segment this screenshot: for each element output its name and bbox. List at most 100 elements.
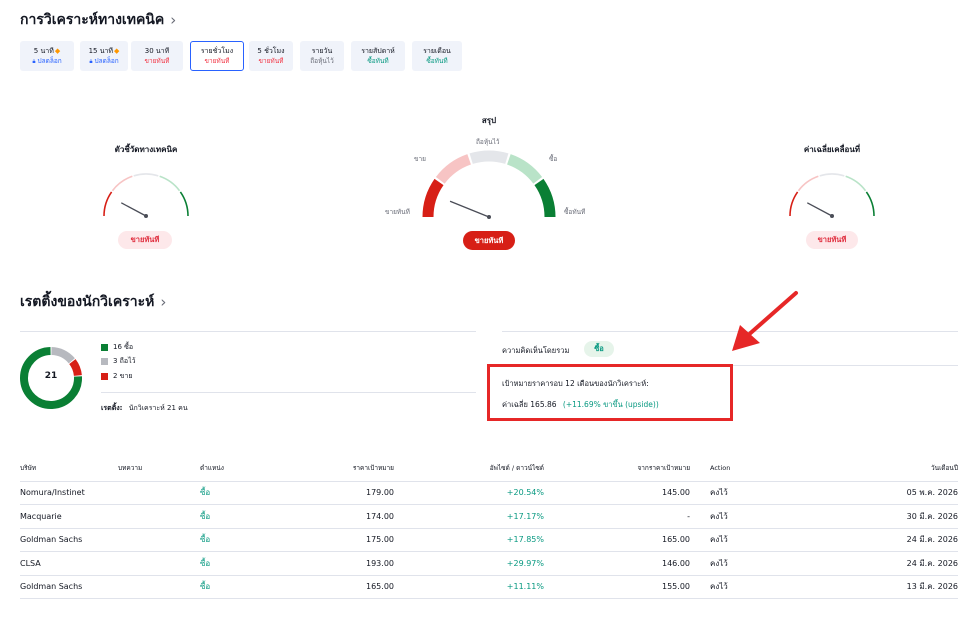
table-row[interactable]: Goldman Sachs ซื้อ 175.00 +17.85% 165.00 คงไว… (20, 528, 958, 552)
gauges-canvas (103, 150, 875, 219)
date-cell: 05 พ.ค. 2026 (730, 481, 958, 505)
annotation-highlight-box (487, 364, 733, 421)
col-position[interactable]: ตำแหน่ง (200, 455, 280, 482)
moving-averages-gauge-needle-pivot (830, 214, 834, 218)
date-cell: 13 มี.ค. 2026 (730, 575, 958, 599)
moving-averages-gauge-title: ค่าเฉลี่ยเคลื่อนที่ (803, 145, 861, 154)
company-cell[interactable]: CLSA (20, 551, 118, 576)
analyst-ratings-title[interactable]: เรตติ้งของนักวิเคราะห์ › (20, 291, 166, 313)
article-cell (118, 481, 200, 505)
action-cell: คงไว้ (690, 551, 731, 576)
position-cell: ซื้อ (200, 481, 280, 505)
indicators-gauge-segment-strong-sell (103, 191, 113, 217)
from-target-cell: 145.00 (544, 481, 690, 505)
legend-hold: 3 ถือไว้ (101, 356, 136, 367)
table-row[interactable]: Nomura/Instinet ซื้อ 179.00 +20.54% 145.00 คง… (20, 481, 958, 505)
col-action[interactable]: Action (690, 455, 731, 482)
legend-hold-swatch (101, 358, 108, 365)
col-date[interactable]: วันเดือนปี (730, 455, 958, 482)
col-from-target[interactable]: จากราคาเป้าหมาย (544, 455, 690, 482)
action-cell: คงไว้ (690, 575, 731, 599)
table-row[interactable]: Macquarie ซื้อ 174.00 +17.17% - คงไว้ 30 มี.ค.… (20, 504, 958, 529)
upside-cell: +11.11% (394, 575, 544, 599)
indicators-gauge-segment-sell (111, 175, 133, 192)
article-cell (118, 528, 200, 552)
col-upside-downside[interactable]: อัพไซด์ / ดาวน์ไซด์ (394, 455, 544, 482)
target-price-cell: 179.00 (280, 481, 394, 505)
summary-label-buy: ซื้อ (549, 155, 558, 163)
from-target-cell: 146.00 (544, 551, 690, 576)
overall-consensus-badge: ซื้อ (584, 341, 614, 357)
analyst-ratings-table: บริษัท บทความ ตำแหน่ง ราคาเป้าหมาย อัพไซ… (20, 455, 958, 599)
position-cell: ซื้อ (200, 528, 280, 552)
moving-averages-gauge-needle (806, 202, 833, 217)
moving-averages-gauge-segment-buy (845, 175, 867, 192)
chevron-right-icon: › (160, 293, 167, 311)
moving-averages-verdict-badge: ขายทันที (806, 231, 858, 249)
table-body: Nomura/Instinet ซื้อ 179.00 +20.54% 145.00 คง… (20, 481, 958, 599)
col-target-price[interactable]: ราคาเป้าหมาย (280, 455, 394, 482)
indicators-gauge-segment-buy (159, 175, 181, 192)
upside-cell: +29.97% (394, 551, 544, 576)
from-target-cell: - (544, 504, 690, 529)
analyst-ratings-title-text: เรตติ้งของนักวิเคราะห์ (20, 294, 155, 310)
legend-sell: 2 ขาย (101, 371, 133, 382)
date-cell: 24 มี.ค. 2026 (730, 528, 958, 552)
position-cell: ซื้อ (200, 504, 280, 529)
legend-hold-text: 3 ถือไว้ (113, 357, 136, 365)
moving-averages-gauge-segment-strong-sell (789, 191, 799, 217)
summary-gauge-segment-sell (435, 154, 472, 184)
summary-verdict-badge: ขายทันที (463, 231, 515, 250)
company-cell[interactable]: Goldman Sachs (20, 528, 118, 552)
table-row[interactable]: CLSA ซื้อ 193.00 +29.97% 146.00 คงไว้ 24 มี.ค.… (20, 551, 958, 576)
summary-label-strong-buy: ซื้อทันที (564, 208, 586, 216)
rating-label: เรตติ้ง: (101, 404, 123, 412)
analyst-total-count: 21 (44, 371, 58, 381)
divider (101, 392, 476, 393)
upside-cell: +20.54% (394, 481, 544, 505)
article-cell (118, 504, 200, 529)
indicators-gauge-needle (120, 202, 147, 217)
indicators-gauge-segment-neutral (133, 173, 159, 177)
moving-averages-gauge-segment-sell (797, 175, 819, 192)
from-target-cell: 155.00 (544, 575, 690, 599)
donut-slice-hold (51, 347, 75, 364)
indicators-gauge-segment-strong-buy (179, 191, 189, 217)
action-cell: คงไว้ (690, 481, 731, 505)
summary-label-sell: ขาย (414, 155, 426, 163)
position-cell: ซื้อ (200, 551, 280, 576)
indicators-gauge-needle-pivot (144, 214, 148, 218)
rating-count: เรตติ้ง: นักวิเคราะห์ 21 คน (101, 403, 188, 414)
company-cell[interactable]: Nomura/Instinet (20, 481, 118, 505)
legend-sell-text: 2 ขาย (113, 372, 133, 380)
summary-label-strong-sell: ขายทันที (385, 208, 410, 216)
annotation-arrow-icon (732, 291, 798, 351)
moving-averages-gauge-segment-strong-buy (865, 191, 875, 217)
company-cell[interactable]: Goldman Sachs (20, 575, 118, 599)
target-price-cell: 175.00 (280, 528, 394, 552)
summary-gauge-segment-strong-sell (422, 178, 444, 218)
legend-buy-text: 16 ซื้อ (113, 343, 134, 351)
summary-label-neutral: ถือหุ้นไว้ (476, 138, 500, 146)
indicators-verdict-badge: ขายทันที (118, 231, 172, 249)
table-row[interactable]: Goldman Sachs ซื้อ 165.00 +11.11% 155.00 คงไว… (20, 575, 958, 599)
target-price-cell: 174.00 (280, 504, 394, 529)
upside-cell: +17.17% (394, 504, 544, 529)
table-header-row: บริษัท บทความ ตำแหน่ง ราคาเป้าหมาย อัพไซ… (20, 455, 958, 482)
summary-gauge-title: สรุป (481, 116, 497, 125)
divider (20, 331, 476, 332)
company-cell[interactable]: Macquarie (20, 504, 118, 529)
target-price-cell: 193.00 (280, 551, 394, 576)
upside-cell: +17.85% (394, 528, 544, 552)
col-article[interactable]: บทความ (118, 455, 200, 482)
target-price-cell: 165.00 (280, 575, 394, 599)
legend-sell-swatch (101, 373, 108, 380)
action-cell: คงไว้ (690, 528, 731, 552)
position-cell: ซื้อ (200, 575, 280, 599)
summary-gauge-needle-pivot (487, 215, 491, 219)
moving-averages-gauge-segment-neutral (819, 173, 845, 177)
summary-gauge-needle (449, 200, 490, 218)
date-cell: 24 มี.ค. 2026 (730, 551, 958, 576)
col-company[interactable]: บริษัท (20, 455, 118, 482)
date-cell: 30 มี.ค. 2026 (730, 504, 958, 529)
